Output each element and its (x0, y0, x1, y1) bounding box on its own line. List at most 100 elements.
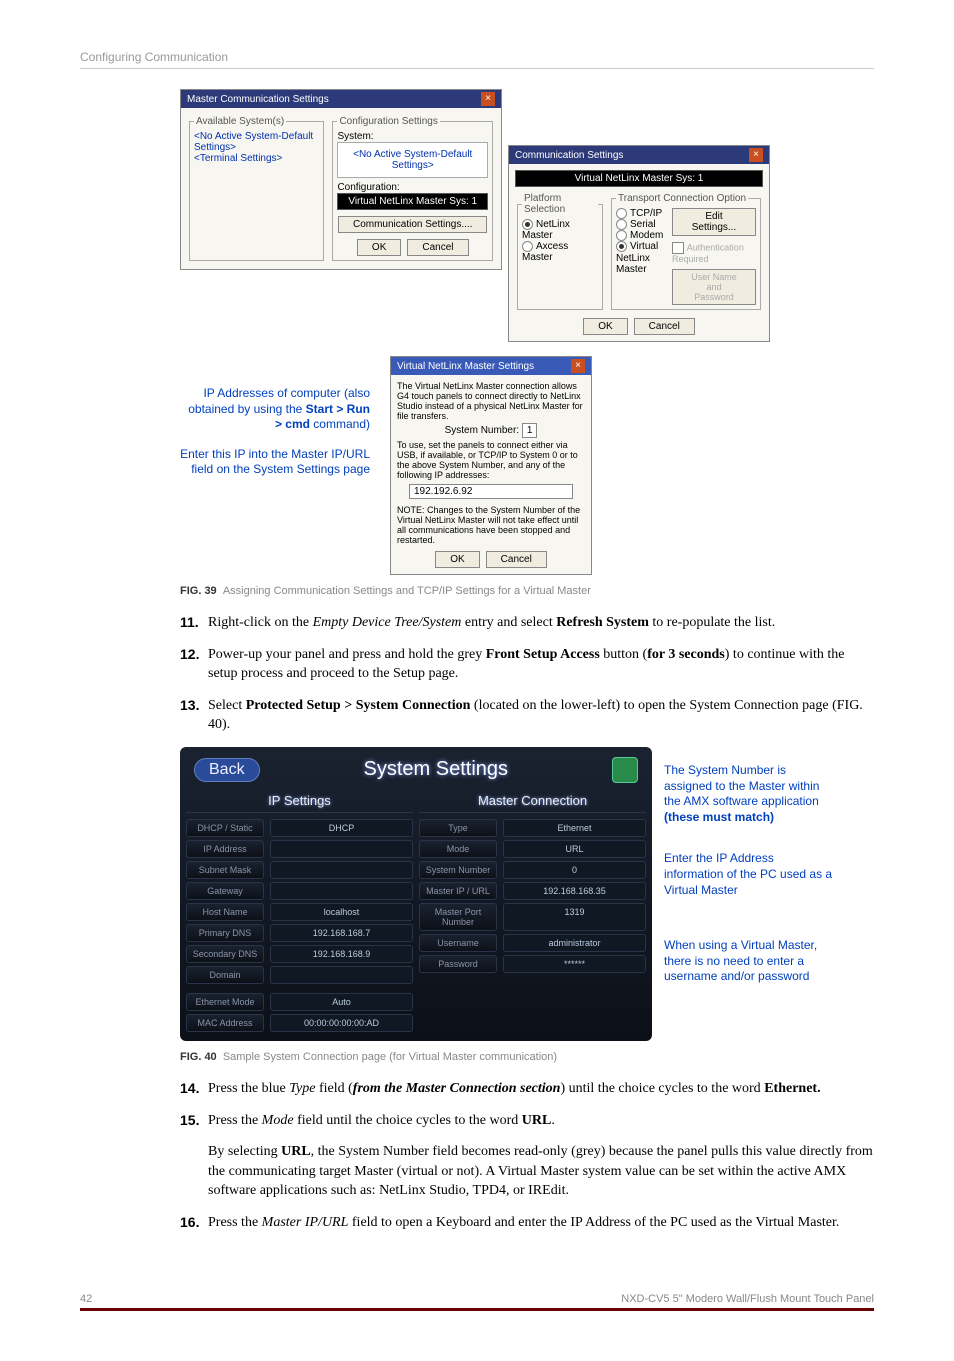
page-footer: 42 NXD-CV5 5" Modero Wall/Flush Mount To… (80, 1293, 874, 1311)
page-header: Configuring Communication (80, 50, 874, 69)
label: Username (419, 934, 497, 952)
system-settings-panel: Back System Settings IP Settings DHCP / … (180, 747, 652, 1041)
cancel-button[interactable]: Cancel (486, 551, 547, 568)
desc2: To use, set the panels to connect either… (397, 440, 585, 480)
page-number: 42 (80, 1293, 92, 1305)
radio-row[interactable]: Modem (616, 230, 668, 241)
step-text: Right-click on the Empty Device Tree/Sys… (208, 613, 775, 633)
radio-row[interactable]: TCP/IP (616, 208, 668, 219)
dlg-title: Communication Settings × (509, 146, 769, 164)
fig-caption: FIG. 39 Assigning Communication Settings… (180, 585, 874, 597)
close-icon[interactable]: × (749, 148, 763, 162)
mac-field: 00:00:00:00:00:AD (270, 1014, 413, 1032)
type-field[interactable]: Ethernet (503, 819, 646, 837)
ok-button[interactable]: OK (583, 318, 627, 335)
label: MAC Address (186, 1014, 264, 1032)
ok-button[interactable]: OK (435, 551, 479, 568)
item[interactable]: <No Active System-Default Settings> (194, 131, 319, 153)
radio-row[interactable]: Virtual NetLinx Master (616, 241, 668, 274)
item[interactable]: <Terminal Settings> (194, 153, 319, 164)
note: NOTE: Changes to the System Number of th… (397, 505, 585, 545)
hostname-field[interactable]: localhost (270, 903, 413, 921)
step-num: 15. (180, 1111, 208, 1131)
step-num: 16. (180, 1213, 208, 1233)
close-icon[interactable]: × (481, 92, 495, 106)
password-field[interactable]: ****** (503, 955, 646, 973)
dlg-title-text: Communication Settings (515, 150, 623, 161)
step-text: Press the Mode field until the choice cy… (208, 1111, 555, 1131)
fs-legend: Configuration Settings (337, 116, 439, 127)
mode-field[interactable]: URL (503, 840, 646, 858)
label: Gateway (186, 882, 264, 900)
step-num: 11. (180, 613, 208, 633)
masterport-field[interactable]: 1319 (503, 903, 646, 931)
userpass-button: User Name and Password (672, 269, 756, 305)
col-header: IP Settings (186, 793, 413, 813)
cancel-button[interactable]: Cancel (634, 318, 695, 335)
label: Domain (186, 966, 264, 984)
lbl: System: (337, 131, 488, 142)
ip-box: 192.192.6.92 (409, 484, 573, 499)
dlg-title-text: Virtual NetLinx Master Settings (397, 361, 534, 372)
annotation-right: The System Number is assigned to the Mas… (664, 747, 834, 985)
dlg-master-comm: Master Communication Settings × Availabl… (180, 89, 502, 270)
close-icon[interactable]: × (571, 359, 585, 373)
radio-row[interactable]: NetLinx Master (522, 219, 598, 241)
sysnum-input[interactable]: 1 (522, 423, 538, 438)
auth-check[interactable]: Authentication Required (672, 242, 756, 265)
radio-row[interactable]: Serial (616, 219, 668, 230)
label: Password (419, 955, 497, 973)
username-field[interactable]: administrator (503, 934, 646, 952)
sysnum-row: System Number: 1 (397, 425, 585, 436)
step-num: 12. (180, 645, 208, 684)
label: Ethernet Mode (186, 993, 264, 1011)
ethmode-field[interactable]: Auto (270, 993, 413, 1011)
system-box: <No Active System-Default Settings> (337, 142, 488, 178)
label: System Number (419, 861, 497, 879)
dns1-field[interactable]: 192.168.168.7 (270, 924, 413, 942)
dns2-field[interactable]: 192.168.168.9 (270, 945, 413, 963)
radio-row[interactable]: Axcess Master (522, 241, 598, 263)
dlg-title: Virtual NetLinx Master Settings × (391, 357, 591, 375)
label: IP Address (186, 840, 264, 858)
desc: The Virtual NetLinx Master connection al… (397, 381, 585, 421)
black-bar: Virtual NetLinx Master Sys: 1 (515, 170, 763, 187)
label: DHCP / Static (186, 819, 264, 837)
label: Master Port Number (419, 903, 497, 931)
label: Subnet Mask (186, 861, 264, 879)
fs-legend: Platform Selection (522, 193, 598, 215)
dlg-title: Master Communication Settings × (181, 90, 501, 108)
step-text: Press the Master IP/URL field to open a … (208, 1213, 839, 1233)
sysnum-field[interactable]: 0 (503, 861, 646, 879)
comm-settings-button[interactable]: Communication Settings.... (338, 216, 488, 233)
masterip-field[interactable]: 192.168.168.35 (503, 882, 646, 900)
ip-field[interactable] (270, 840, 413, 858)
dlg-virtual-master: Virtual NetLinx Master Settings × The Vi… (390, 356, 592, 575)
product-name: NXD-CV5 5" Modero Wall/Flush Mount Touch… (621, 1293, 874, 1305)
fs-legend: Transport Connection Option (616, 193, 748, 204)
col-header: Master Connection (419, 793, 646, 813)
dlg-title-text: Master Communication Settings (187, 94, 329, 105)
step-num: 13. (180, 696, 208, 735)
dlg-comm-settings: Communication Settings × Virtual NetLinx… (508, 145, 770, 342)
label: Master IP / URL (419, 882, 497, 900)
label: Host Name (186, 903, 264, 921)
annotation: IP Addresses of computer (also obtained … (180, 356, 370, 478)
gateway-field[interactable] (270, 882, 413, 900)
label: Type (419, 819, 497, 837)
cancel-button[interactable]: Cancel (407, 239, 468, 256)
ok-button[interactable]: OK (357, 239, 401, 256)
lock-icon[interactable] (612, 757, 638, 783)
back-button[interactable]: Back (194, 758, 260, 782)
dhcp-field[interactable]: DHCP (270, 819, 413, 837)
panel-title: System Settings (364, 758, 509, 781)
label: Secondary DNS (186, 945, 264, 963)
domain-field[interactable] (270, 966, 413, 984)
edit-settings-button[interactable]: Edit Settings... (672, 208, 756, 236)
step-text: Select Protected Setup > System Connecti… (208, 696, 874, 735)
config-box: Virtual NetLinx Master Sys: 1 (337, 193, 488, 210)
fs-legend: Available System(s) (194, 116, 286, 127)
label: Primary DNS (186, 924, 264, 942)
step-text: Press the blue Type field (from the Mast… (208, 1079, 821, 1099)
subnet-field[interactable] (270, 861, 413, 879)
